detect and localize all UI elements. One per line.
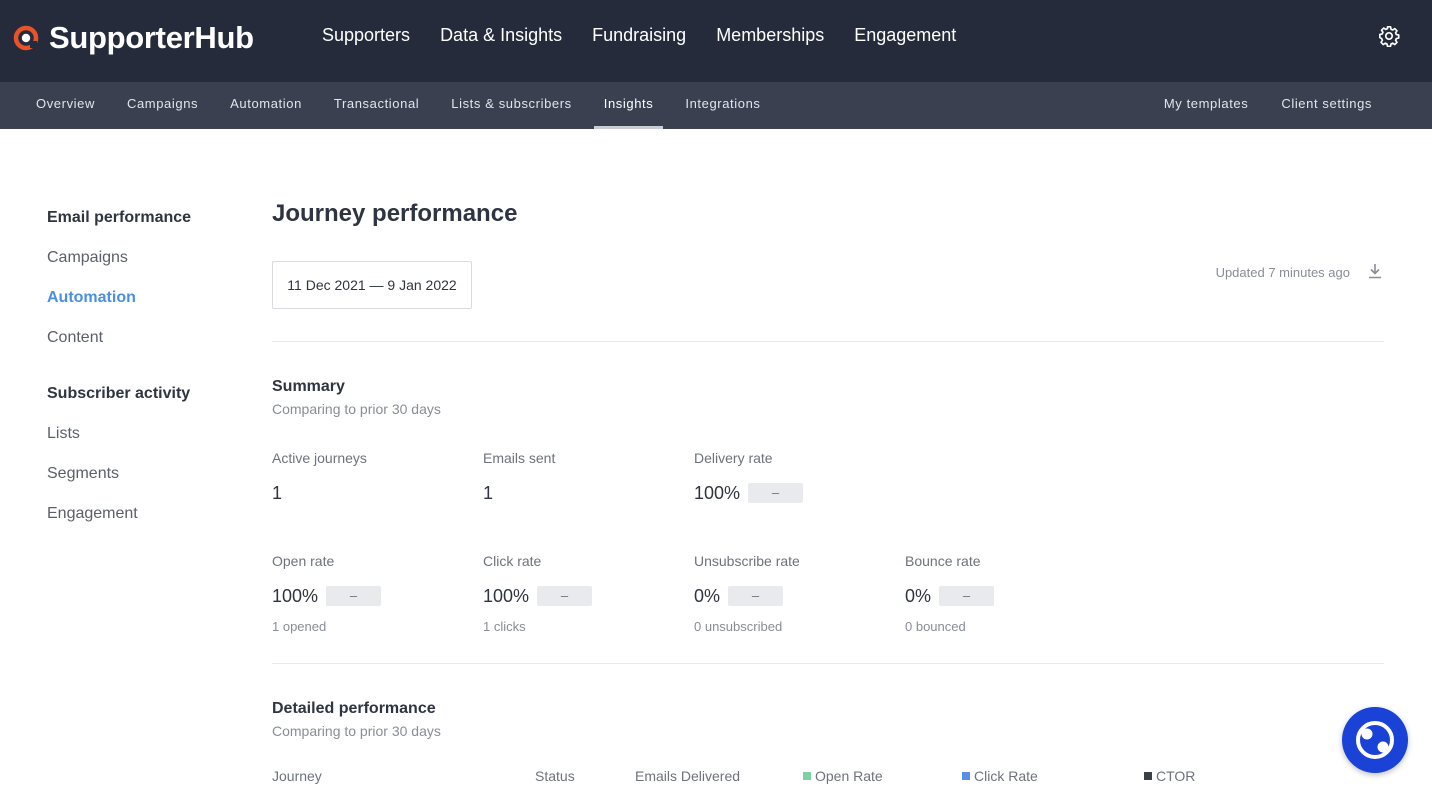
detailed-title: Detailed performance	[272, 700, 436, 717]
metric-value: 100%	[694, 482, 741, 503]
column-header-label: CTOR	[1156, 768, 1196, 784]
metric-label: Bounce rate	[905, 553, 981, 569]
top-bar: SupporterHub Supporters Data & Insights …	[0, 0, 1432, 82]
main-nav: Supporters Data & Insights Fundraising M…	[322, 25, 986, 46]
gear-icon[interactable]	[1378, 25, 1400, 47]
summary-subtitle: Comparing to prior 30 days	[272, 401, 441, 417]
metric-value: 0%	[694, 585, 721, 606]
metric-active-journeys: Active journeys 1	[272, 450, 472, 504]
nav-engagement[interactable]: Engagement	[854, 25, 956, 46]
metric-label: Click rate	[483, 553, 542, 569]
sidebar-item-automation[interactable]: Automation	[47, 289, 227, 309]
metric-delivery-rate: Delivery rate 100% –	[694, 450, 894, 504]
ctor-swatch	[1144, 772, 1152, 780]
metric-sub: 0 bounced	[905, 619, 966, 634]
sidebar-item-segments[interactable]: Segments	[47, 465, 227, 485]
nav-fundraising[interactable]: Fundraising	[592, 25, 686, 46]
metric-value: 100%	[272, 585, 319, 606]
tab-my-templates[interactable]: My templates	[1164, 82, 1249, 129]
metric-label: Emails sent	[483, 450, 556, 466]
change-badge: –	[939, 586, 995, 606]
date-range-picker[interactable]: 11 Dec 2021 — 9 Jan 2022	[272, 261, 472, 309]
tab-campaigns[interactable]: Campaigns	[127, 82, 198, 129]
brand-name: SupporterHub	[49, 20, 254, 55]
detailed-subtitle: Comparing to prior 30 days	[272, 723, 441, 739]
metric-value: 0%	[905, 585, 932, 606]
tab-insights[interactable]: Insights	[593, 82, 663, 129]
column-header-journey[interactable]: Journey	[272, 768, 322, 784]
sidebar-item-campaigns[interactable]: Campaigns	[47, 249, 227, 269]
tab-transactional[interactable]: Transactional	[334, 82, 419, 129]
tab-lists-subscribers[interactable]: Lists & subscribers	[451, 82, 572, 129]
column-header-status[interactable]: Status	[535, 768, 575, 784]
nav-supporters[interactable]: Supporters	[322, 25, 410, 46]
sub-nav-bar: Overview Campaigns Automation Transactio…	[0, 82, 1432, 129]
metric-value: 1	[272, 482, 283, 503]
page-title: Journey performance	[272, 200, 518, 227]
column-header-emails-delivered[interactable]: Emails Delivered	[635, 768, 740, 784]
chat-launcher-button[interactable]	[1342, 707, 1408, 773]
change-badge: –	[748, 483, 804, 503]
metric-label: Delivery rate	[694, 450, 773, 466]
sidebar-item-content[interactable]: Content	[47, 329, 227, 349]
metric-value: 100%	[483, 585, 530, 606]
metric-sub: 1 opened	[272, 619, 327, 634]
metric-bounce-rate: Bounce rate 0% – 0 bounced	[905, 553, 1105, 634]
sidebar-item-engagement[interactable]: Engagement	[47, 505, 227, 525]
tab-client-settings[interactable]: Client settings	[1281, 82, 1372, 129]
nav-data-insights[interactable]: Data & Insights	[440, 25, 562, 46]
main-content: Journey performance 11 Dec 2021 — 9 Jan …	[272, 200, 1384, 784]
updated-timestamp: Updated 7 minutes ago	[1215, 265, 1350, 280]
sidebar: Email performance Campaigns Automation C…	[47, 209, 227, 525]
sidebar-item-lists[interactable]: Lists	[47, 425, 227, 445]
supporterhub-logo-icon	[13, 25, 39, 51]
metric-sub: 0 unsubscribed	[694, 619, 783, 634]
click-rate-swatch	[962, 772, 970, 780]
metric-emails-sent: Emails sent 1	[483, 450, 683, 504]
tab-integrations[interactable]: Integrations	[685, 82, 760, 129]
sub-nav-right: My templates Client settings	[1131, 82, 1372, 129]
change-badge: –	[537, 586, 593, 606]
metric-label: Active journeys	[272, 450, 367, 466]
change-badge: –	[728, 586, 784, 606]
tab-automation[interactable]: Automation	[230, 82, 302, 129]
column-header-click-rate[interactable]: Click Rate	[962, 768, 1038, 784]
change-badge: –	[326, 586, 382, 606]
metric-label: Unsubscribe rate	[694, 553, 800, 569]
metric-value: 1	[483, 482, 494, 503]
metric-sub: 1 clicks	[483, 619, 526, 634]
divider	[272, 341, 1384, 342]
column-header-open-rate[interactable]: Open Rate	[803, 768, 883, 784]
divider	[272, 663, 1384, 664]
sidebar-heading-email: Email performance	[47, 209, 192, 226]
sidebar-heading-subscriber: Subscriber activity	[47, 385, 191, 402]
metric-unsubscribe-rate: Unsubscribe rate 0% – 0 unsubscribed	[694, 553, 894, 634]
download-icon[interactable]	[1368, 263, 1382, 279]
summary-title: Summary	[272, 378, 345, 395]
column-header-ctor[interactable]: CTOR	[1144, 768, 1195, 784]
tab-overview[interactable]: Overview	[36, 82, 95, 129]
column-header-label: Open Rate	[815, 768, 883, 784]
logo[interactable]: SupporterHub	[12, 20, 254, 56]
sub-nav-left: Overview Campaigns Automation Transactio…	[36, 82, 793, 129]
open-rate-swatch	[803, 772, 811, 780]
chat-icon	[1356, 721, 1394, 759]
column-header-label: Click Rate	[974, 768, 1038, 784]
metric-label: Open rate	[272, 553, 335, 569]
metric-click-rate: Click rate 100% – 1 clicks	[483, 553, 683, 634]
nav-memberships[interactable]: Memberships	[716, 25, 824, 46]
metric-open-rate: Open rate 100% – 1 opened	[272, 553, 472, 634]
